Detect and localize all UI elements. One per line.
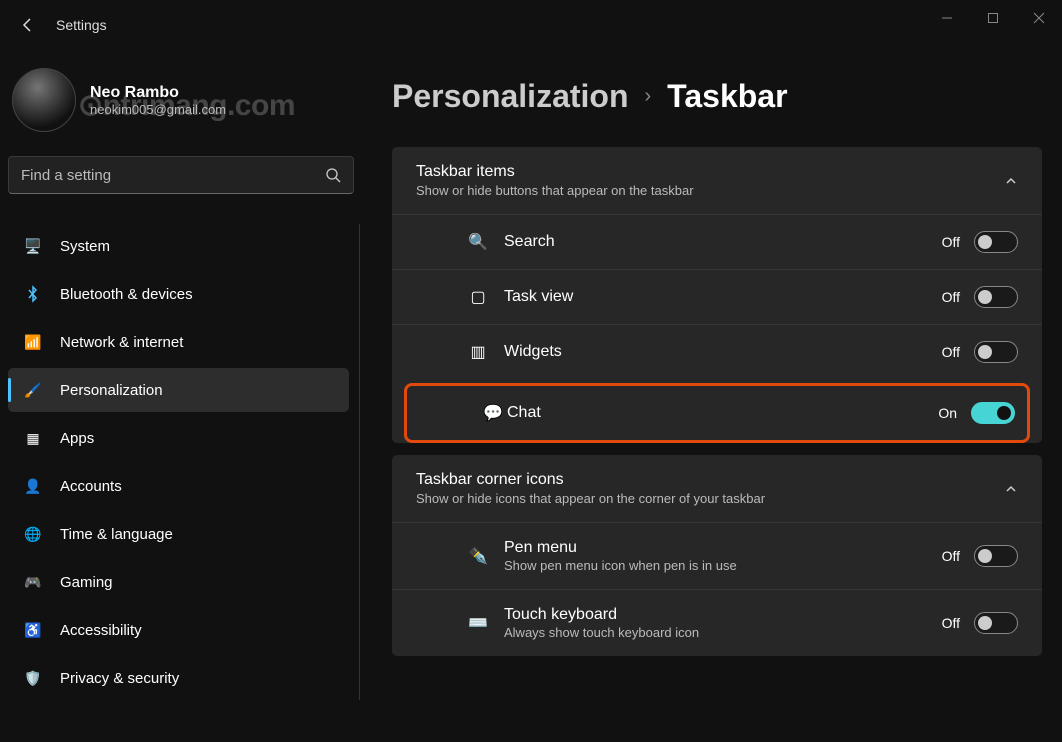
sidebar-item-accessibility[interactable]: ♿ Accessibility bbox=[8, 608, 349, 652]
toggle-switch[interactable] bbox=[974, 545, 1018, 567]
toggle-state-label: Off bbox=[942, 548, 960, 564]
profile-name: Neo Rambo bbox=[90, 84, 226, 102]
breadcrumb-current: Taskbar bbox=[667, 78, 787, 115]
section-taskbar-items: Taskbar items Show or hide buttons that a… bbox=[392, 147, 1042, 443]
sidebar-item-accounts[interactable]: 👤 Accounts bbox=[8, 464, 349, 508]
chat-icon: 💬 bbox=[483, 403, 503, 423]
sidebar-item-label: Accessibility bbox=[60, 622, 142, 639]
personalization-icon: 🖌️ bbox=[24, 381, 42, 399]
system-icon: 🖥️ bbox=[24, 237, 42, 255]
setting-row-widgets: ▥ Widgets Off bbox=[392, 324, 1042, 379]
toggle-switch[interactable] bbox=[974, 286, 1018, 308]
nav-list: 🖥️ System Bluetooth & devices 📶 Network & in… bbox=[8, 224, 360, 700]
setting-row-chat: 💬Chat On bbox=[404, 383, 1030, 443]
setting-sublabel: Show pen menu icon when pen is in use bbox=[504, 558, 764, 573]
app-title: Settings bbox=[56, 17, 107, 33]
breadcrumb: Personalization › Taskbar bbox=[392, 78, 1042, 115]
setting-label: Chat bbox=[507, 404, 920, 422]
breadcrumb-parent[interactable]: Personalization bbox=[392, 78, 629, 115]
close-button[interactable] bbox=[1016, 0, 1062, 36]
profile-card[interactable]: Neo Rambo neokim005@gmail.com ⊙ntrimang.… bbox=[8, 50, 360, 156]
setting-sublabel: Always show touch keyboard icon bbox=[504, 625, 764, 640]
apps-icon: ▦ bbox=[24, 429, 42, 447]
privacy-security-icon: 🛡️ bbox=[24, 669, 42, 687]
toggle-state-label: Off bbox=[942, 615, 960, 631]
sidebar-item-privacy-security[interactable]: 🛡️ Privacy & security bbox=[8, 656, 349, 700]
sidebar-item-label: Gaming bbox=[60, 574, 113, 591]
bluetooth-devices-icon bbox=[24, 285, 42, 303]
sidebar-item-gaming[interactable]: 🎮 Gaming bbox=[8, 560, 349, 604]
gaming-icon: 🎮 bbox=[24, 573, 42, 591]
chevron-right-icon: › bbox=[645, 85, 652, 108]
chevron-up-icon bbox=[1004, 482, 1018, 496]
touch-keyboard-icon: ⌨️ bbox=[468, 613, 488, 633]
accounts-icon: 👤 bbox=[24, 477, 42, 495]
accessibility-icon: ♿ bbox=[24, 621, 42, 639]
search-input[interactable] bbox=[21, 167, 325, 184]
sidebar-item-system[interactable]: 🖥️ System bbox=[8, 224, 349, 268]
toggle-state-label: On bbox=[938, 405, 957, 421]
network-internet-icon: 📶 bbox=[24, 333, 42, 351]
toggle-switch[interactable] bbox=[971, 402, 1015, 424]
sidebar-item-label: System bbox=[60, 238, 110, 255]
section-header[interactable]: Taskbar items Show or hide buttons that a… bbox=[392, 147, 1042, 214]
toggle-state-label: Off bbox=[942, 234, 960, 250]
setting-row-pen-menu: ✒️ Pen menuShow pen menu icon when pen is… bbox=[392, 522, 1042, 589]
sidebar-item-label: Bluetooth & devices bbox=[60, 286, 193, 303]
sidebar-item-label: Time & language bbox=[60, 526, 173, 543]
search-icon: 🔍 bbox=[468, 232, 488, 252]
section-header[interactable]: Taskbar corner icons Show or hide icons t… bbox=[392, 455, 1042, 522]
toggle-switch[interactable] bbox=[974, 341, 1018, 363]
toggle-switch[interactable] bbox=[974, 612, 1018, 634]
setting-row-touch-keyboard: ⌨️ Touch keyboardAlways show touch keyboa… bbox=[392, 589, 1042, 656]
sidebar-item-apps[interactable]: ▦ Apps bbox=[8, 416, 349, 460]
toggle-switch[interactable] bbox=[974, 231, 1018, 253]
time-language-icon: 🌐 bbox=[24, 525, 42, 543]
toggle-state-label: Off bbox=[942, 344, 960, 360]
sidebar-item-personalization[interactable]: 🖌️ Personalization bbox=[8, 368, 349, 412]
section-subtitle: Show or hide icons that appear on the co… bbox=[416, 491, 765, 506]
sidebar-item-bluetooth-devices[interactable]: Bluetooth & devices bbox=[8, 272, 349, 316]
section-subtitle: Show or hide buttons that appear on the … bbox=[416, 183, 694, 198]
chevron-up-icon bbox=[1004, 174, 1018, 188]
sidebar: Neo Rambo neokim005@gmail.com ⊙ntrimang.… bbox=[0, 50, 370, 742]
setting-row-task-view: ▢ Task view Off bbox=[392, 269, 1042, 324]
back-button[interactable] bbox=[8, 5, 48, 45]
pen-menu-icon: ✒️ bbox=[468, 546, 488, 566]
section-taskbar-corner-icons: Taskbar corner icons Show or hide icons t… bbox=[392, 455, 1042, 656]
profile-email: neokim005@gmail.com bbox=[90, 102, 226, 117]
sidebar-item-network-internet[interactable]: 📶 Network & internet bbox=[8, 320, 349, 364]
section-title: Taskbar items bbox=[416, 163, 694, 181]
sidebar-item-label: Privacy & security bbox=[60, 670, 179, 687]
task-view-icon: ▢ bbox=[468, 287, 488, 307]
sidebar-item-label: Accounts bbox=[60, 478, 122, 495]
setting-row-search: 🔍 Search Off bbox=[392, 214, 1042, 269]
toggle-state-label: Off bbox=[942, 289, 960, 305]
sidebar-item-label: Personalization bbox=[60, 382, 163, 399]
setting-label: Search bbox=[504, 233, 924, 251]
content-area: Personalization › Taskbar Taskbar items S… bbox=[370, 50, 1062, 742]
section-title: Taskbar corner icons bbox=[416, 471, 765, 489]
setting-label: Touch keyboard bbox=[504, 606, 924, 624]
setting-label: Task view bbox=[504, 288, 924, 306]
maximize-button[interactable] bbox=[970, 0, 1016, 36]
sidebar-item-time-language[interactable]: 🌐 Time & language bbox=[8, 512, 349, 556]
widgets-icon: ▥ bbox=[468, 342, 488, 362]
sidebar-item-label: Network & internet bbox=[60, 334, 183, 351]
search-icon bbox=[325, 167, 341, 183]
avatar bbox=[12, 68, 76, 132]
sidebar-item-label: Apps bbox=[60, 430, 94, 447]
setting-label: Pen menu bbox=[504, 539, 924, 557]
search-box[interactable] bbox=[8, 156, 354, 194]
setting-label: Widgets bbox=[504, 343, 924, 361]
minimize-button[interactable] bbox=[924, 0, 970, 36]
